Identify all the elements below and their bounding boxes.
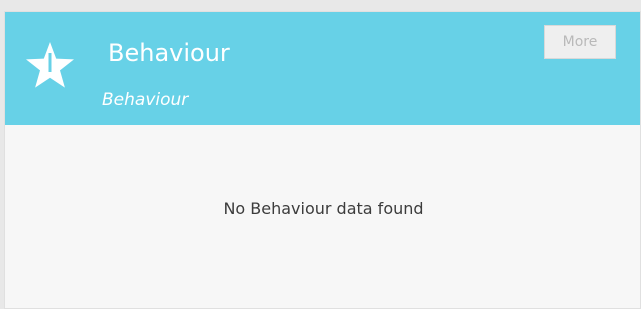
- card-header: Behaviour Behaviour More: [5, 12, 640, 125]
- behaviour-card: Behaviour Behaviour More No Behaviour da…: [4, 11, 641, 309]
- page: Behaviour Behaviour More No Behaviour da…: [0, 0, 641, 309]
- card-subtitle: Behaviour: [102, 90, 189, 110]
- empty-state-message: No Behaviour data found: [223, 199, 424, 218]
- card-body: No Behaviour data found: [5, 125, 640, 308]
- card-title: Behaviour: [108, 39, 230, 67]
- star-icon: [26, 42, 74, 88]
- more-button[interactable]: More: [544, 25, 616, 59]
